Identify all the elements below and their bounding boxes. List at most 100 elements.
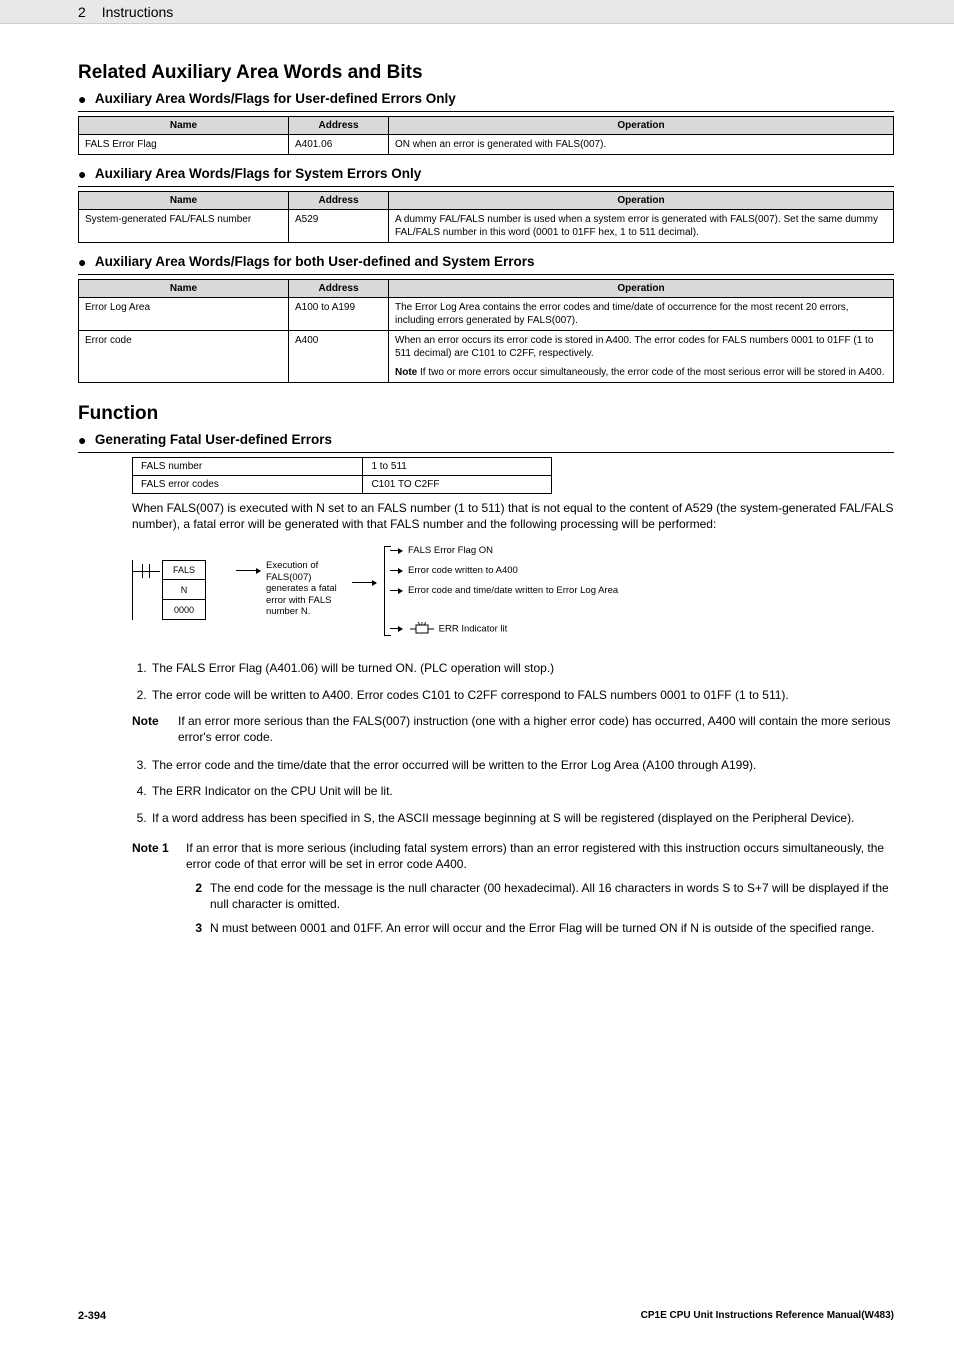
diagram-exec-text: Execution of FALS(007) generates a fatal… [266,560,351,617]
arrow-icon [390,628,402,629]
col-operation: Operation [389,192,894,210]
subsection-both-errors: ● Auxiliary Area Words/Flags for both Us… [78,253,894,275]
chapter-number: 2 [78,4,86,20]
numbered-list-b: The error code and the time/date that th… [132,757,894,826]
diagram-line-4: ERR Indicator lit [408,622,507,636]
page: 2 Instructions Related Auxiliary Area Wo… [0,0,954,1350]
notes-block: Note 1 If an error that is more serious … [132,840,894,937]
col-name: Name [79,192,289,210]
col-name: Name [79,280,289,298]
cell-label: FALS number [133,458,363,476]
cell-value: 1 to 511 [363,458,552,476]
note-text: The end code for the message is the null… [210,880,894,912]
table-row: System-generated FAL/FALS number A529 A … [79,210,894,243]
block-0000: 0000 [162,600,206,620]
subsection-title: Auxiliary Area Words/Flags for System Er… [95,166,421,181]
col-address: Address [289,192,389,210]
chapter-title: Instructions [102,4,174,20]
table-user-errors: Name Address Operation FALS Error Flag A… [78,116,894,155]
list-item: The ERR Indicator on the CPU Unit will b… [150,783,894,799]
cell-op-line1: When an error occurs its error code is s… [395,334,887,360]
table-row: FALS Error Flag A401.06 ON when an error… [79,135,894,155]
cell-name: FALS Error Flag [79,135,289,155]
list-item: The FALS Error Flag (A401.06) will be tu… [150,660,894,676]
bullet-icon: ● [78,91,86,107]
section-function: Function ● Generating Fatal User-defined… [78,403,894,937]
note-label: Note [132,713,178,745]
table-header-row: Name Address Operation [79,280,894,298]
note-text: N must between 0001 and 01FF. An error w… [210,920,894,936]
note-block: Note If an error more serious than the F… [132,713,894,745]
subsection-system-errors: ● Auxiliary Area Words/Flags for System … [78,165,894,187]
cell-operation: The Error Log Area contains the error co… [389,298,894,331]
note-text: If an error that is more serious (includ… [186,840,894,872]
manual-title: CP1E CPU Unit Instructions Reference Man… [641,1310,894,1322]
cell-address: A100 to A199 [289,298,389,331]
page-footer: 2-394 CP1E CPU Unit Instructions Referen… [0,1310,954,1322]
col-address: Address [289,280,389,298]
cell-label: FALS error codes [133,476,363,494]
cell-name: Error Log Area [79,298,289,331]
arrow-icon [352,582,376,583]
subsection-user-errors: ● Auxiliary Area Words/Flags for User-de… [78,90,894,112]
bullet-icon: ● [78,166,86,182]
col-address: Address [289,117,389,135]
cell-name: System-generated FAL/FALS number [79,210,289,243]
paragraph-intro: When FALS(007) is executed with N set to… [132,500,894,532]
bullet-icon: ● [78,432,86,448]
chapter-header: 2 Instructions [0,0,954,24]
arrow-icon [390,570,402,571]
subsection-title: Generating Fatal User-defined Errors [95,432,332,447]
note-spacer [132,880,186,912]
table-both-errors: Name Address Operation Error Log Area A1… [78,279,894,383]
ladder-rail [132,560,133,620]
table-row: FALS number 1 to 511 [133,458,552,476]
numbered-list-a: The FALS Error Flag (A401.06) will be tu… [132,660,894,702]
note-text: If two or more errors occur simultaneous… [417,367,884,378]
cell-op-note: Note If two or more errors occur simulta… [395,366,887,379]
table-system-errors: Name Address Operation System-generated … [78,191,894,243]
list-item: The error code will be written to A400. … [150,687,894,703]
table-row: Error Log Area A100 to A199 The Error Lo… [79,298,894,331]
subsection-title: Auxiliary Area Words/Flags for both User… [95,254,535,269]
instruction-block: FALS N 0000 [162,560,206,620]
section-title-function: Function [78,403,894,425]
table-header-row: Name Address Operation [79,192,894,210]
note-row: 2 The end code for the message is the nu… [132,880,894,912]
cell-address: A400 [289,331,389,383]
table-row: Error code A400 When an error occurs its… [79,331,894,383]
arrow-icon [390,590,402,591]
ladder-diagram: FALS N 0000 Execution of FALS(007) gener… [132,542,894,650]
cell-operation: When an error occurs its error code is s… [389,331,894,383]
diagram-line-3: Error code and time/date written to Erro… [408,585,618,596]
list-item: The error code and the time/date that th… [150,757,894,773]
page-number: 2-394 [78,1310,106,1322]
diagram-line-1: FALS Error Flag ON [408,545,493,556]
arrow-icon [390,550,402,551]
note-row: 3 N must between 0001 and 01FF. An error… [132,920,894,936]
diagram-line-2: Error code written to A400 [408,565,518,576]
cell-value: C101 TO C2FF [363,476,552,494]
block-n: N [162,580,206,600]
cell-operation: ON when an error is generated with FALS(… [389,135,894,155]
note-body: If an error more serious than the FALS(0… [178,713,894,745]
content-area: Related Auxiliary Area Words and Bits ● … [0,24,954,937]
note-number: 3 [186,920,202,936]
ladder-contact-icon [138,564,154,578]
col-name: Name [79,117,289,135]
note-number: 2 [186,880,202,912]
arrow-icon [236,570,260,571]
note-label: Note [395,367,417,378]
note-spacer [132,920,186,936]
chapter-label: 2 Instructions [78,4,173,20]
cell-address: A529 [289,210,389,243]
col-operation: Operation [389,117,894,135]
table-row: FALS error codes C101 TO C2FF [133,476,552,494]
bullet-icon: ● [78,254,86,270]
table-header-row: Name Address Operation [79,117,894,135]
col-operation: Operation [389,280,894,298]
section-title-related: Related Auxiliary Area Words and Bits [78,62,894,84]
subsection-gen-fatal: ● Generating Fatal User-defined Errors [78,431,894,453]
block-fals: FALS [162,560,206,580]
table-fals-codes: FALS number 1 to 511 FALS error codes C1… [132,457,552,494]
